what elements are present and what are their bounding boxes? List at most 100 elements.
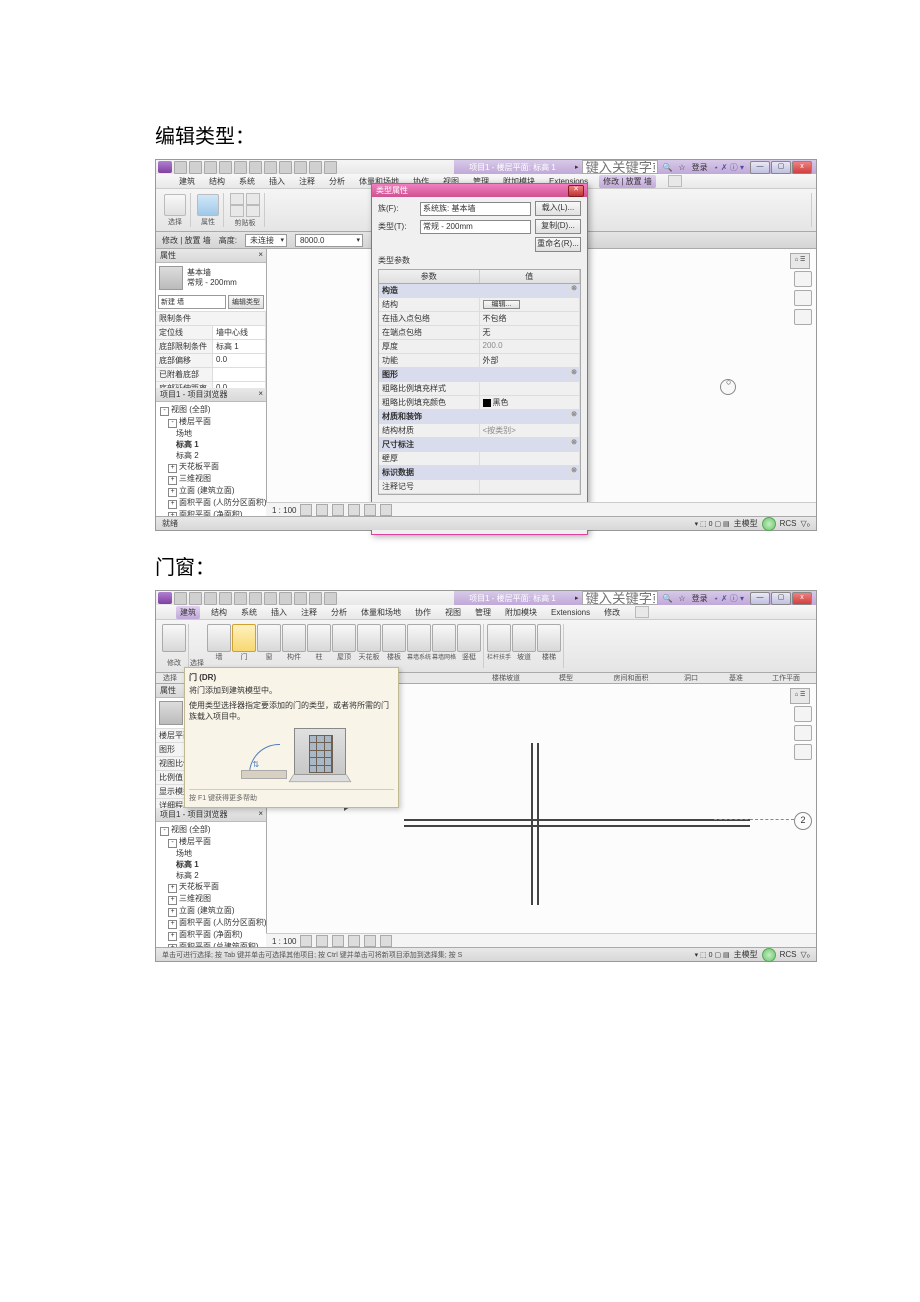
- tab-view[interactable]: 视图: [442, 607, 464, 618]
- sun-path-icon[interactable]: [332, 504, 344, 516]
- qat-text-icon[interactable]: [264, 161, 277, 174]
- shadows-icon[interactable]: [348, 935, 360, 947]
- ceiling-tool-icon[interactable]: [357, 624, 381, 652]
- rail-tool-icon[interactable]: [487, 624, 511, 652]
- viewcube-icon[interactable]: ⌂ ☰: [790, 253, 810, 269]
- tree-item[interactable]: 标高 1: [160, 859, 262, 870]
- param-val[interactable]: 编辑...: [480, 298, 581, 311]
- tree-item[interactable]: 面积平面 (人防分区面积): [179, 918, 266, 927]
- grid-bubble[interactable]: 2: [794, 812, 812, 830]
- sun-path-icon[interactable]: [332, 935, 344, 947]
- search-icon[interactable]: 🔍: [662, 163, 672, 172]
- tab-annotate[interactable]: 注释: [298, 607, 320, 618]
- qat-icon[interactable]: [189, 592, 202, 605]
- shadows-icon[interactable]: [348, 504, 360, 516]
- minimize-button[interactable]: —: [750, 161, 770, 174]
- hide-icon[interactable]: [380, 504, 392, 516]
- match-icon[interactable]: [246, 205, 260, 217]
- tab-struct[interactable]: 结构: [208, 607, 230, 618]
- tab-extensions[interactable]: Extensions: [548, 608, 593, 617]
- tab-insert[interactable]: 插入: [266, 176, 288, 187]
- param-val[interactable]: [480, 382, 581, 395]
- tab-arch[interactable]: 建筑: [176, 176, 198, 187]
- select-tool-icon[interactable]: [164, 194, 186, 216]
- tab-modify[interactable]: 修改: [601, 607, 623, 618]
- family-dropdown[interactable]: 系统族: 基本墙: [420, 202, 531, 216]
- tree-item[interactable]: 场地: [160, 848, 262, 859]
- qat-icon[interactable]: [309, 592, 322, 605]
- optbar-height-dropdown[interactable]: 未连接: [245, 234, 287, 247]
- visual-style-icon[interactable]: [316, 935, 328, 947]
- help-icons[interactable]: ⋆ ✗ ⓘ ▾: [714, 593, 744, 604]
- detail-level-icon[interactable]: [300, 504, 312, 516]
- param-val[interactable]: [480, 480, 581, 493]
- search-input[interactable]: [582, 160, 658, 174]
- prop-val[interactable]: 标高 1: [213, 340, 266, 353]
- qat-icon[interactable]: [294, 592, 307, 605]
- qat-icon[interactable]: [279, 592, 292, 605]
- tab-struct[interactable]: 结构: [206, 176, 228, 187]
- paste-icon[interactable]: [230, 193, 244, 205]
- filter-icon[interactable]: ▽₀: [801, 950, 810, 959]
- tree-floorplans[interactable]: 楼层平面: [179, 837, 211, 846]
- modify-tool-icon[interactable]: [162, 624, 186, 652]
- login-link[interactable]: 登录: [692, 593, 708, 604]
- optbar-length-input[interactable]: 8000.0: [295, 234, 363, 247]
- qat-redo-icon[interactable]: [219, 161, 232, 174]
- qat-sync-icon[interactable]: [309, 161, 322, 174]
- prop-val[interactable]: 墙中心线: [213, 326, 266, 339]
- component-tool-icon[interactable]: [282, 624, 306, 652]
- scale-display[interactable]: 1 : 100: [272, 937, 296, 946]
- worksharing-icon[interactable]: [762, 517, 776, 531]
- qat-icon[interactable]: [249, 592, 262, 605]
- curtain-system-icon[interactable]: [407, 624, 431, 652]
- cut-icon[interactable]: [246, 193, 260, 205]
- pan-icon[interactable]: [794, 725, 812, 741]
- tree-item[interactable]: 三维视图: [179, 894, 211, 903]
- qat-undo-icon[interactable]: [204, 161, 217, 174]
- tree-item[interactable]: 标高 2: [160, 450, 262, 461]
- stair-tool-icon[interactable]: [537, 624, 561, 652]
- scale-display[interactable]: 1 : 100: [272, 506, 296, 515]
- type-selector-dropdown[interactable]: 新建 墙: [158, 295, 226, 309]
- prop-val[interactable]: 0.0: [213, 354, 266, 367]
- qat-icon[interactable]: [219, 592, 232, 605]
- maximize-button[interactable]: ▢: [771, 161, 791, 174]
- qat-open-icon[interactable]: [174, 161, 187, 174]
- zoom-icon[interactable]: [794, 309, 812, 325]
- dialog-close-button[interactable]: ✕: [568, 185, 584, 197]
- edit-type-button[interactable]: 编辑类型: [228, 295, 264, 309]
- visual-style-icon[interactable]: [316, 504, 328, 516]
- subscribe-icon[interactable]: ☆: [678, 594, 685, 603]
- properties-icon[interactable]: [197, 194, 219, 216]
- search-input[interactable]: [582, 591, 658, 605]
- tab-system[interactable]: 系统: [236, 176, 258, 187]
- minimize-button[interactable]: —: [750, 592, 770, 605]
- window-tool-icon[interactable]: [257, 624, 281, 652]
- type-dropdown[interactable]: 常规 - 200mm: [420, 220, 531, 234]
- tree-item[interactable]: 标高 2: [160, 870, 262, 881]
- duplicate-button[interactable]: 复制(D)...: [535, 219, 581, 234]
- tree-item[interactable]: 立面 (建筑立面): [179, 906, 235, 915]
- mullion-tool-icon[interactable]: [457, 624, 481, 652]
- param-val[interactable]: 黑色: [480, 396, 581, 409]
- param-val[interactable]: 200.0: [480, 340, 581, 353]
- tree-root[interactable]: 视图 (全部): [171, 405, 211, 414]
- door-tool-icon[interactable]: [232, 624, 256, 652]
- close-button[interactable]: x: [792, 161, 812, 174]
- tree-item[interactable]: 天花板平面: [179, 882, 219, 891]
- tree-item[interactable]: 标高 1: [160, 439, 262, 450]
- qat-3d-icon[interactable]: [279, 161, 292, 174]
- qat-icon[interactable]: [234, 592, 247, 605]
- qat-measure-icon[interactable]: [249, 161, 262, 174]
- tab-manage[interactable]: 管理: [472, 607, 494, 618]
- param-val[interactable]: <按类别>: [480, 424, 581, 437]
- tree-floorplans[interactable]: 楼层平面: [179, 417, 211, 426]
- tree-item[interactable]: 三维视图: [179, 474, 211, 483]
- crop-icon[interactable]: [364, 935, 376, 947]
- tree-item[interactable]: 场地: [160, 428, 262, 439]
- tree-item[interactable]: 立面 (建筑立面): [179, 486, 235, 495]
- qat-save-icon[interactable]: [189, 161, 202, 174]
- hide-icon[interactable]: [380, 935, 392, 947]
- tab-analyze[interactable]: 分析: [326, 176, 348, 187]
